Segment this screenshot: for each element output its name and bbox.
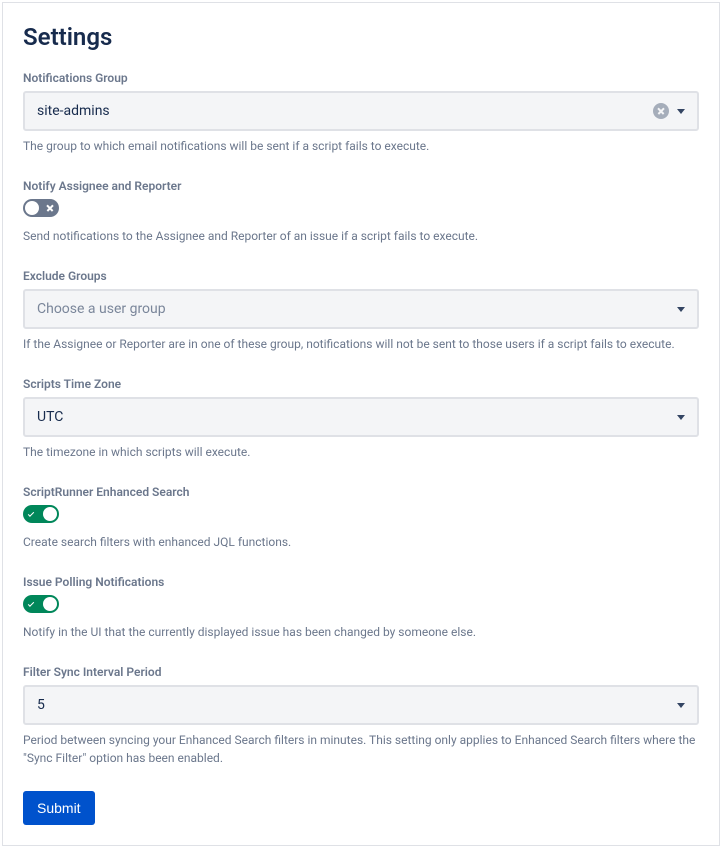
- enhanced-search-field: ScriptRunner Enhanced Search Create sear…: [23, 485, 699, 551]
- filter-sync-select[interactable]: 5: [23, 685, 699, 725]
- submit-button[interactable]: Submit: [23, 791, 95, 825]
- filter-sync-help: Period between syncing your Enhanced Sea…: [23, 731, 699, 767]
- chevron-down-icon[interactable]: [677, 307, 685, 312]
- exclude-groups-field: Exclude Groups Choose a user group If th…: [23, 269, 699, 353]
- notify-assignee-toggle[interactable]: [23, 199, 59, 217]
- x-icon: [46, 204, 54, 212]
- notifications-group-field: Notifications Group site-admins The grou…: [23, 71, 699, 155]
- notifications-group-select[interactable]: site-admins: [23, 91, 699, 131]
- enhanced-search-toggle[interactable]: [23, 505, 59, 523]
- check-icon: [28, 601, 34, 607]
- select-icons: [677, 307, 685, 312]
- page-title: Settings: [23, 23, 699, 51]
- notifications-group-help: The group to which email notifications w…: [23, 137, 699, 155]
- notify-assignee-help: Send notifications to the Assignee and R…: [23, 227, 699, 245]
- exclude-groups-label: Exclude Groups: [23, 269, 699, 283]
- chevron-down-icon[interactable]: [677, 703, 685, 708]
- enhanced-search-help: Create search filters with enhanced JQL …: [23, 533, 699, 551]
- exclude-groups-placeholder: Choose a user group: [37, 301, 677, 317]
- issue-polling-help: Notify in the UI that the currently disp…: [23, 623, 699, 641]
- enhanced-search-label: ScriptRunner Enhanced Search: [23, 485, 699, 499]
- notify-assignee-label: Notify Assignee and Reporter: [23, 179, 699, 193]
- notifications-group-label: Notifications Group: [23, 71, 699, 85]
- select-icons: [677, 415, 685, 420]
- clear-icon[interactable]: [653, 103, 669, 119]
- select-icons: [653, 103, 685, 119]
- chevron-down-icon[interactable]: [677, 109, 685, 114]
- scripts-timezone-value: UTC: [37, 409, 677, 425]
- toggle-knob: [43, 597, 57, 611]
- toggle-knob: [25, 201, 39, 215]
- filter-sync-field: Filter Sync Interval Period 5 Period bet…: [23, 665, 699, 767]
- scripts-timezone-help: The timezone in which scripts will execu…: [23, 443, 699, 461]
- settings-panel: Settings Notifications Group site-admins…: [2, 2, 720, 846]
- scripts-timezone-field: Scripts Time Zone UTC The timezone in wh…: [23, 377, 699, 461]
- scripts-timezone-label: Scripts Time Zone: [23, 377, 699, 391]
- check-icon: [28, 511, 34, 517]
- issue-polling-field: Issue Polling Notifications Notify in th…: [23, 575, 699, 641]
- filter-sync-value: 5: [37, 697, 677, 713]
- exclude-groups-select[interactable]: Choose a user group: [23, 289, 699, 329]
- issue-polling-label: Issue Polling Notifications: [23, 575, 699, 589]
- exclude-groups-help: If the Assignee or Reporter are in one o…: [23, 335, 699, 353]
- filter-sync-label: Filter Sync Interval Period: [23, 665, 699, 679]
- notify-assignee-field: Notify Assignee and Reporter Send notifi…: [23, 179, 699, 245]
- scripts-timezone-select[interactable]: UTC: [23, 397, 699, 437]
- issue-polling-toggle[interactable]: [23, 595, 59, 613]
- notifications-group-value: site-admins: [37, 103, 653, 119]
- chevron-down-icon[interactable]: [677, 415, 685, 420]
- select-icons: [677, 703, 685, 708]
- toggle-knob: [43, 507, 57, 521]
